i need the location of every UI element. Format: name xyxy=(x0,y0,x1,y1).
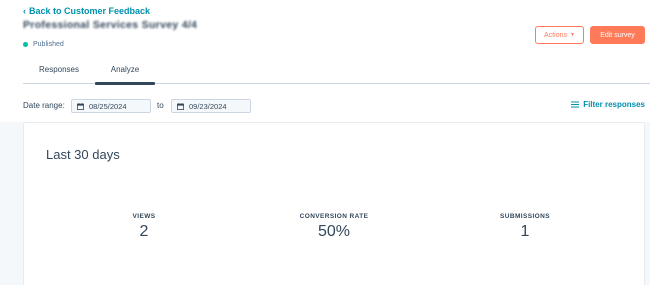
survey-analyze-page: ‹ Back to Customer Feedback Professional… xyxy=(0,0,650,285)
metric-label: CONVERSION RATE xyxy=(299,213,369,220)
back-link-label: Back to Customer Feedback xyxy=(29,6,151,16)
end-date-input[interactable]: 09/23/2024 xyxy=(171,99,251,113)
summary-card: Last 30 days VIEWS 2 CONVERSION RATE 50%… xyxy=(23,122,645,285)
metric-views: VIEWS 2 xyxy=(84,213,204,241)
tab-responses[interactable]: Responses xyxy=(23,60,95,84)
metric-submissions: SUBMISSIONS 1 xyxy=(465,213,585,241)
calendar-icon xyxy=(77,102,84,110)
start-date-input[interactable]: 08/25/2024 xyxy=(71,99,151,113)
metric-label: SUBMISSIONS xyxy=(500,213,550,220)
tab-bar: Responses Analyze xyxy=(23,60,650,85)
status-text: Published xyxy=(33,41,64,48)
end-date-value: 09/23/2024 xyxy=(189,101,227,111)
actions-button[interactable]: Actions ▼ xyxy=(535,26,584,44)
filter-responses-link[interactable]: Filter responses xyxy=(571,100,645,109)
date-range-label: Date range: xyxy=(23,101,65,110)
metric-value: 2 xyxy=(139,223,149,240)
back-to-customer-feedback-link[interactable]: ‹ Back to Customer Feedback xyxy=(23,6,150,16)
edit-survey-button[interactable]: Edit survey xyxy=(590,26,645,44)
survey-title: Professional Services Survey 4/4 xyxy=(23,19,198,31)
actions-button-label: Actions xyxy=(544,31,567,39)
caret-down-icon: ▼ xyxy=(570,32,575,38)
chevron-left-icon: ‹ xyxy=(23,5,26,16)
metric-conversion-rate: CONVERSION RATE 50% xyxy=(274,213,394,241)
date-range-to-label: to xyxy=(157,101,164,110)
filter-lines-icon xyxy=(571,101,580,108)
metric-value: 50% xyxy=(317,223,351,240)
start-date-value: 08/25/2024 xyxy=(89,101,127,111)
metric-value: 1 xyxy=(520,223,530,240)
status-dot-icon xyxy=(23,42,28,47)
metric-label: VIEWS xyxy=(132,213,156,220)
calendar-icon xyxy=(177,102,184,110)
status-indicator: Published xyxy=(23,41,64,48)
tab-analyze[interactable]: Analyze xyxy=(95,60,155,85)
filter-responses-label: Filter responses xyxy=(583,100,645,109)
summary-title: Last 30 days xyxy=(46,147,120,162)
